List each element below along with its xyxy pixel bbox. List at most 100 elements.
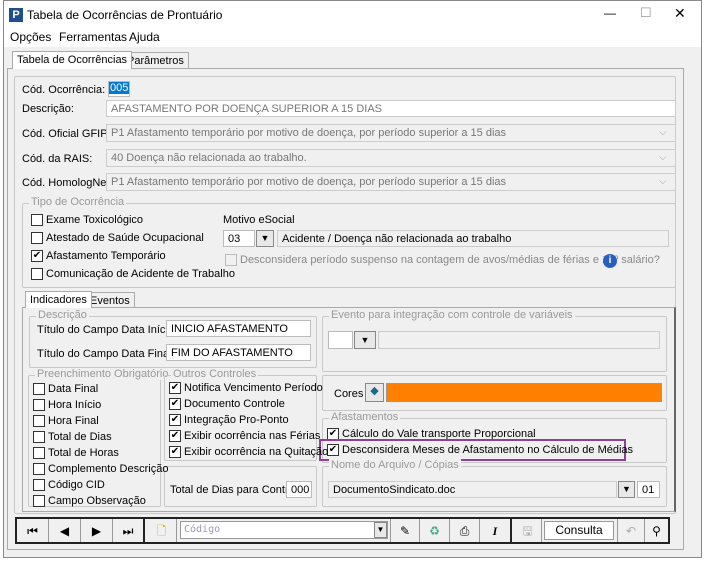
gfip-value: P1 Afastamento temporário por motivo de …: [111, 127, 507, 139]
group-title: Outros Controles: [171, 368, 259, 380]
exame-toxicologico-checkbox[interactable]: [31, 214, 43, 226]
previous-record-icon[interactable]: ◀: [49, 519, 81, 542]
close-button[interactable]: ✕: [674, 5, 686, 22]
comunicacao-acidente-checkbox[interactable]: [31, 268, 43, 280]
checkbox-label: Código CID: [48, 479, 105, 491]
outros-checkbox-2[interactable]: ✔: [169, 414, 181, 426]
evento-dropdown-button[interactable]: ▼: [354, 331, 376, 349]
checkbox-label: Documento Controle: [184, 398, 285, 410]
menu-bar: Opções Ferramentas Ajuda: [4, 29, 701, 47]
group-title: Afastamentos: [329, 411, 401, 423]
outros-checkbox-4[interactable]: ✔: [169, 446, 181, 458]
homolog-label: Cód. HomologNet:: [22, 177, 113, 189]
next-record-icon[interactable]: ▶: [81, 519, 113, 542]
total-dias-input[interactable]: 000: [286, 481, 312, 498]
color-swatch[interactable]: [386, 383, 662, 402]
group-title: Preenchimento Obrigatório: [35, 368, 171, 380]
preenchimento-checkbox-5[interactable]: [33, 463, 45, 475]
outros-checkbox-0[interactable]: ✔: [169, 382, 181, 394]
group-title: Nome do Arquivo / Cópias: [329, 459, 461, 471]
afastamento-temporario-checkbox[interactable]: ✔: [31, 250, 43, 262]
tab-tabela-ocorrencias[interactable]: Tabela de Ocorrências: [12, 51, 133, 69]
save-icon[interactable]: 🖫: [514, 519, 542, 542]
mode-indicator: Consulta: [544, 521, 614, 540]
rais-value: 40 Doença não relacionada ao trabalho.: [111, 152, 307, 164]
undo-icon[interactable]: ↶: [617, 519, 645, 542]
checkbox-label: Complemento Descrição: [48, 463, 169, 475]
cores-label: Cores: [334, 388, 364, 400]
preenchimento-checkbox-4[interactable]: [33, 447, 45, 459]
preenchimento-checkbox-7[interactable]: [33, 495, 45, 507]
chevron-down-icon: ⌵: [659, 127, 667, 138]
menu-opcoes[interactable]: Opções: [10, 30, 51, 44]
last-record-icon[interactable]: ⏭: [113, 519, 145, 542]
motivo-code-input[interactable]: 03: [223, 230, 255, 247]
checkbox-label: Total de Dias: [48, 431, 112, 443]
group-title: Descrição: [36, 309, 89, 321]
checkbox-label: Hora Final: [48, 415, 99, 427]
group-title: Tipo de Ocorrência: [29, 196, 127, 208]
menu-ajuda[interactable]: Ajuda: [129, 30, 160, 44]
edit-record-icon[interactable]: ✎: [390, 519, 420, 542]
search-dropdown-button[interactable]: ▼: [374, 522, 387, 538]
homolognet-select[interactable]: P1 Afastamento temporário por motivo de …: [106, 173, 676, 191]
preenchimento-checkbox-3[interactable]: [33, 431, 45, 443]
data-final-label: Título do Campo Data Final:: [37, 348, 175, 360]
checkbox-label: Total de Horas: [48, 447, 119, 459]
preenchimento-checkbox-2[interactable]: [33, 415, 45, 427]
checkbox-label: Notifica Vencimento Período: [184, 382, 323, 394]
evento-code-input[interactable]: [328, 331, 353, 349]
info-icon[interactable]: i: [603, 254, 617, 268]
arquivo-dropdown-button[interactable]: ▼: [618, 481, 635, 498]
checkbox-label: Afastamento Temporário: [46, 250, 166, 262]
checkbox-label: Integração Pro-Ponto: [184, 414, 289, 426]
first-record-icon[interactable]: ⏮: [17, 519, 49, 542]
descricao-input[interactable]: AFASTAMENTO POR DOENÇA SUPERIOR A 15 DIA…: [106, 100, 676, 117]
rais-label: Cód. da RAIS:: [22, 153, 93, 165]
italic-icon[interactable]: I: [480, 519, 512, 542]
motivo-dropdown-button[interactable]: ▼: [256, 230, 274, 247]
cod-ocorrencia-input[interactable]: 005: [108, 81, 130, 97]
outros-checkbox-3[interactable]: ✔: [169, 430, 181, 442]
data-inicio-input[interactable]: INICIO AFASTAMENTO: [166, 320, 311, 337]
cod-ocorrencia-value: 005: [109, 82, 130, 94]
menu-ferramentas[interactable]: Ferramentas: [59, 30, 127, 44]
chevron-down-icon: ⌵: [659, 152, 667, 163]
recycle-icon[interactable]: ♻: [420, 519, 450, 542]
evento-text: [378, 331, 660, 349]
app-logo-icon: P: [9, 8, 23, 22]
search-input[interactable]: Código: [180, 521, 388, 539]
maximize-button[interactable]: ☐: [640, 5, 652, 21]
checkbox-label: Atestado de Saúde Ocupacional: [46, 232, 204, 244]
group-title: Evento para integração com controle de v…: [329, 309, 575, 321]
preenchimento-checkbox-0[interactable]: [33, 383, 45, 395]
title-bar: P Tabela de Ocorrências de Prontuário — …: [4, 1, 701, 29]
homolog-value: P1 Afastamento temporário por motivo de …: [111, 176, 507, 188]
binoculars-icon[interactable]: ⚲: [645, 519, 668, 542]
data-final-input[interactable]: FIM DO AFASTAMENTO: [166, 344, 311, 361]
atestado-checkbox[interactable]: [31, 232, 43, 244]
descricao-label: Descrição:: [22, 103, 74, 115]
navigation-toolbar: ⏮ ◀ ▶ ⏭ 🗋 Código ▼ ✎ ♻ ⎙ I 🖫 Consulta ↶ …: [15, 517, 670, 544]
checkbox-label: Desconsidera período suspenso na contage…: [240, 254, 660, 266]
checkbox-label: Comunicação de Acidente de Trabalho: [46, 268, 235, 280]
outros-checkbox-1[interactable]: ✔: [169, 398, 181, 410]
checkbox-label: Exibir ocorrência na Quitação: [184, 446, 329, 458]
copias-input[interactable]: 01: [637, 481, 660, 498]
arquivo-select[interactable]: DocumentoSindicato.doc: [328, 481, 617, 498]
print-icon[interactable]: ⎙: [450, 519, 480, 542]
minimize-button[interactable]: —: [604, 6, 616, 20]
new-record-icon[interactable]: 🗋: [147, 519, 177, 542]
tab-eventos[interactable]: Eventos: [85, 292, 135, 307]
tab-indicadores[interactable]: Indicadores: [25, 291, 92, 308]
desconsidera-periodo-checkbox[interactable]: [225, 254, 237, 266]
paint-bucket-icon[interactable]: ◆: [365, 383, 384, 402]
gfip-select[interactable]: P1 Afastamento temporário por motivo de …: [106, 124, 676, 142]
preenchimento-checkbox-6[interactable]: [33, 479, 45, 491]
gfip-label: Cód. Oficial GFIP:: [22, 128, 111, 140]
desconsidera-meses-checkbox[interactable]: ✔: [327, 444, 339, 456]
checkbox-label: Desconsidera Meses de Afastamento no Cál…: [342, 444, 634, 456]
preenchimento-checkbox-1[interactable]: [33, 399, 45, 411]
checkbox-label: Exame Toxicológico: [46, 214, 144, 226]
rais-select[interactable]: 40 Doença não relacionada ao trabalho.: [106, 149, 676, 167]
